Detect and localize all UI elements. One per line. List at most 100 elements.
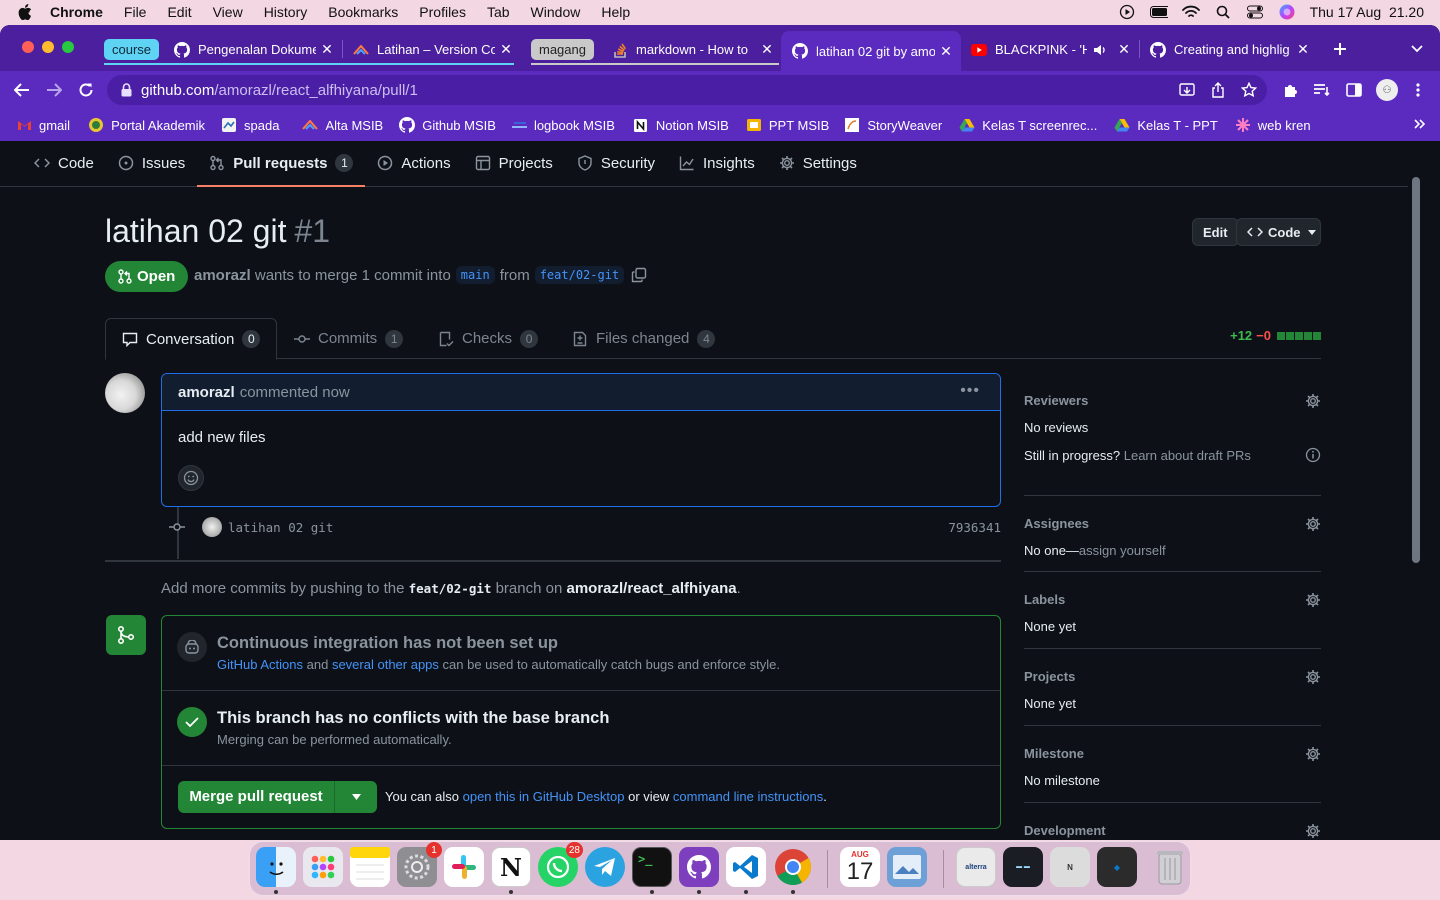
menu-window[interactable]: Window [531,4,581,20]
pr-author-link[interactable]: amorazl [194,267,251,284]
lock-icon[interactable] [121,83,133,97]
bookmark-storyweaver[interactable]: StoryWeaver [844,117,942,133]
close-tab-icon[interactable]: ✕ [1296,41,1310,58]
reviewers-gear-icon[interactable] [1305,393,1321,409]
menu-chrome[interactable]: Chrome [50,4,103,20]
more-menu-icon[interactable] [1408,80,1428,100]
nav-actions[interactable]: Actions [365,141,462,186]
add-reaction-smiley-icon[interactable] [178,465,204,491]
notion-icon[interactable]: N [491,847,531,887]
info-icon[interactable] [1305,447,1321,463]
close-tab-icon[interactable]: ✕ [320,41,334,58]
back-arrow-icon[interactable] [12,80,32,100]
reload-icon[interactable] [76,80,96,100]
tab-search-chevron-down-icon[interactable] [1408,41,1426,57]
command-line-instructions-link[interactable]: command line instructions [673,789,823,804]
reading-list-icon[interactable] [1312,80,1332,100]
tab-blackpink[interactable]: BLACKPINK - 'H ✕ [971,36,1131,63]
tab-group-course[interactable]: course [104,39,160,60]
menu-profiles[interactable]: Profiles [419,4,466,20]
draft-prs-link[interactable]: Learn about draft PRs [1124,448,1251,463]
nav-security[interactable]: Security [565,141,667,186]
menubar-clock[interactable]: Thu 17 Aug 21.20 [1310,4,1424,20]
chrome-icon[interactable] [773,847,813,887]
media-play-icon[interactable] [1118,4,1136,20]
minimize-window-button[interactable] [42,41,54,53]
close-tab-icon[interactable]: ✕ [939,43,953,60]
preview-icon[interactable] [887,847,927,887]
bookmark-spada[interactable]: spada [221,117,279,133]
battery-icon[interactable] [1149,5,1168,19]
tab-latihan-version-control[interactable]: Latihan – Version Co ✕ [353,36,513,63]
terminal-window-thumbnail[interactable]: ▬ ▬ [1003,847,1043,887]
github-desktop-link[interactable]: open this in GitHub Desktop [463,789,625,804]
url-text[interactable]: github.com/amorazl/react_alfhiyana/pull/… [141,82,418,99]
tab-checks[interactable]: Checks 0 [438,318,539,359]
copy-icon[interactable] [631,267,647,283]
merge-options-caret-icon[interactable] [335,794,377,800]
extensions-puzzle-icon[interactable] [1280,80,1300,100]
tab-latihan-02-git[interactable]: latihan 02 git by amo ✕ [781,31,961,71]
menu-help[interactable]: Help [601,4,630,20]
share-icon[interactable] [1211,82,1225,98]
tab-creating-and-highlighting[interactable]: Creating and highlig ✕ [1150,36,1310,63]
milestone-gear-icon[interactable] [1305,746,1321,762]
side-panel-icon[interactable] [1344,80,1364,100]
comment-author[interactable]: amorazl [178,384,235,401]
more-bookmarks-chevron-icon[interactable] [1414,118,1426,130]
edit-button[interactable]: Edit [1192,218,1239,246]
control-center-icon[interactable] [1246,5,1264,19]
nav-issues[interactable]: Issues [106,141,197,186]
new-tab-button[interactable] [1330,39,1350,59]
nav-settings[interactable]: Settings [767,141,869,186]
other-apps-link[interactable]: several other apps [332,657,439,672]
whatsapp-icon[interactable]: 28 [538,842,583,887]
avatar[interactable] [105,373,145,413]
calendar-icon[interactable]: AUG 17 [840,847,880,887]
bookmark-web-kren[interactable]: web kren [1235,117,1311,133]
merge-pull-request-button[interactable]: Merge pull request [178,781,377,813]
repo-link[interactable]: amorazl/react_alfhiyana [566,580,736,597]
telegram-icon[interactable] [585,847,625,887]
nav-insights[interactable]: Insights [667,141,767,186]
close-tab-icon[interactable]: ✕ [760,41,774,58]
labels-gear-icon[interactable] [1305,592,1321,608]
github-actions-link[interactable]: GitHub Actions [217,657,303,672]
close-tab-icon[interactable]: ✕ [499,41,513,58]
close-tab-icon[interactable]: ✕ [1117,41,1131,58]
page-scrollbar[interactable] [1408,141,1424,840]
bookmark-logbook-msib[interactable]: logbook MSIB [511,117,615,133]
profile-avatar[interactable]: ⚇ [1376,79,1398,101]
bookmark-github-msib[interactable]: Github MSIB [399,117,496,133]
install-app-icon[interactable] [1179,82,1195,98]
nav-code[interactable]: Code [22,141,106,186]
vscode-icon[interactable] [726,847,766,887]
terminal-icon[interactable]: >_ [632,847,672,887]
vscode-window-thumbnail[interactable]: ◆ [1097,847,1137,887]
spotlight-search-icon[interactable] [1214,5,1232,19]
siri-icon[interactable] [1278,4,1296,20]
address-bar[interactable]: github.com/amorazl/react_alfhiyana/pull/… [107,75,1267,105]
nav-projects[interactable]: Projects [463,141,565,186]
commit-sha-link[interactable]: 7936341 [948,520,1001,535]
tab-group-magang[interactable]: magang [531,39,594,60]
base-branch-ref[interactable]: main [455,266,495,284]
menu-view[interactable]: View [213,4,243,20]
bookmark-alta-msib[interactable]: Alta MSIB [302,117,383,133]
bookmark-ppt-msib[interactable]: PPT MSIB [746,117,829,133]
notes-icon[interactable] [350,847,390,887]
assignees-gear-icon[interactable] [1305,516,1321,532]
system-settings-icon[interactable]: 1 [397,842,442,887]
menu-edit[interactable]: Edit [167,4,191,20]
notion-window-thumbnail[interactable]: N [1050,847,1090,887]
code-dropdown-button[interactable]: Code [1236,218,1321,246]
bookmark-kelas-t-screenrec[interactable]: Kelas T screenrec... [959,117,1097,133]
bookmark-kelas-t-ppt[interactable]: Kelas T - PPT [1114,117,1218,133]
menu-file[interactable]: File [124,4,147,20]
alterra-document-thumbnail[interactable]: alterra [956,847,996,887]
comment-timestamp[interactable]: commented now [240,384,350,401]
commit-message-link[interactable]: latihan 02 git [228,520,333,535]
menu-history[interactable]: History [264,4,308,20]
apple-icon[interactable] [18,4,34,20]
tab-files-changed[interactable]: Files changed 4 [572,318,716,359]
